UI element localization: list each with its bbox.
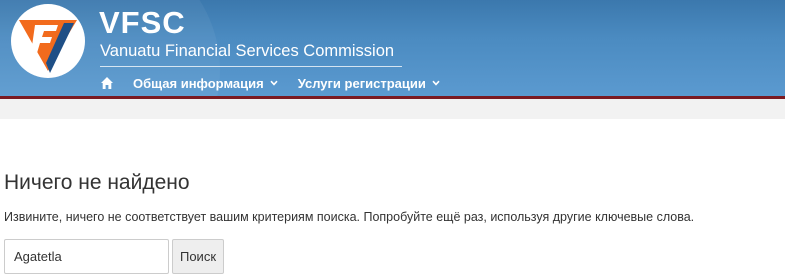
page-title: Ничего не найдено [4, 171, 190, 194]
site-name[interactable]: VFSC [99, 5, 186, 41]
no-results-message: Извините, ничего не соответствует вашим … [4, 210, 695, 224]
subtitle-divider [100, 66, 402, 67]
home-icon[interactable] [100, 76, 114, 90]
nav-item-general-info[interactable]: Общая информация [133, 76, 278, 91]
vfsc-logo-icon[interactable] [10, 3, 86, 79]
site-subtitle: Vanuatu Financial Services Commission [100, 42, 395, 60]
search-button[interactable]: Поиск [172, 239, 224, 274]
breadcrumb-band [0, 99, 785, 119]
chevron-down-icon [270, 80, 278, 86]
chevron-down-icon [432, 80, 440, 86]
nav-item-label: Общая информация [133, 75, 264, 91]
main-nav: Общая информация Услуги регистрации [100, 72, 460, 94]
site-header: VFSC Vanuatu Financial Services Commissi… [0, 0, 785, 96]
nav-item-label: Услуги регистрации [297, 75, 426, 91]
search-input[interactable] [4, 239, 169, 274]
nav-item-registration-services[interactable]: Услуги регистрации [298, 76, 440, 91]
